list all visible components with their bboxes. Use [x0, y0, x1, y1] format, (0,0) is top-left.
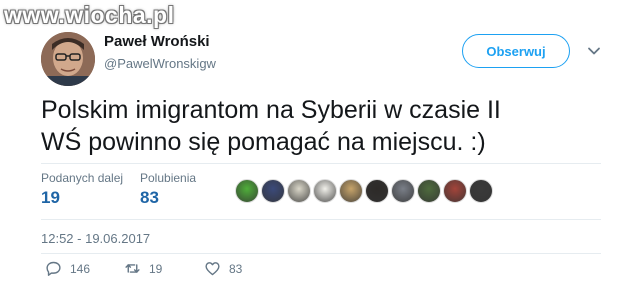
- watermark-logo: www.wiocha.pl: [4, 2, 175, 28]
- tweet-text: Polskim imigrantom na Syberii w czasie I…: [41, 94, 601, 158]
- liker-avatars: [235, 179, 493, 203]
- liker-avatar[interactable]: [235, 179, 259, 203]
- retweet-count: 19: [149, 261, 163, 276]
- liker-avatar[interactable]: [443, 179, 467, 203]
- divider: [41, 163, 601, 164]
- retweets-label: Podanych dalej: [41, 171, 124, 185]
- like-button[interactable]: 83: [204, 260, 242, 277]
- avatar-face-image: [41, 32, 95, 86]
- liker-avatar[interactable]: [391, 179, 415, 203]
- liker-avatar[interactable]: [261, 179, 285, 203]
- liker-avatar[interactable]: [313, 179, 337, 203]
- retweet-button[interactable]: 19: [124, 260, 162, 277]
- reply-button[interactable]: 146: [45, 260, 90, 277]
- heart-icon: [205, 262, 220, 276]
- retweets-stat[interactable]: Podanych dalej 19: [41, 171, 123, 208]
- liker-avatar[interactable]: [469, 179, 493, 203]
- divider: [41, 253, 601, 254]
- tweet-timestamp[interactable]: 12:52 - 19.06.2017: [41, 231, 150, 246]
- liker-avatar[interactable]: [365, 179, 389, 203]
- author-handle[interactable]: @PawelWronskigw: [104, 56, 216, 71]
- likes-label: Polubienia: [140, 171, 197, 185]
- divider: [41, 219, 601, 220]
- liker-avatar[interactable]: [339, 179, 363, 203]
- reply-icon: [46, 261, 61, 276]
- tweet-text-line: WŚ powinno się pomagać na miejscu. :): [41, 128, 486, 156]
- tweet-text-line: Polskim imigrantom na Syberii w czasie I…: [41, 96, 501, 124]
- likes-count: 83: [140, 188, 159, 207]
- chevron-down-icon[interactable]: [587, 44, 601, 58]
- author-name[interactable]: Paweł Wroński: [104, 33, 210, 50]
- follow-button[interactable]: Obserwuj: [462, 34, 570, 68]
- like-count: 83: [229, 261, 243, 276]
- author-avatar[interactable]: [41, 32, 95, 86]
- likes-stat[interactable]: Polubienia 83: [140, 171, 196, 208]
- retweet-icon: [125, 264, 140, 273]
- retweets-count: 19: [41, 188, 60, 207]
- reply-count: 146: [70, 261, 91, 276]
- liker-avatar[interactable]: [287, 179, 311, 203]
- liker-avatar[interactable]: [417, 179, 441, 203]
